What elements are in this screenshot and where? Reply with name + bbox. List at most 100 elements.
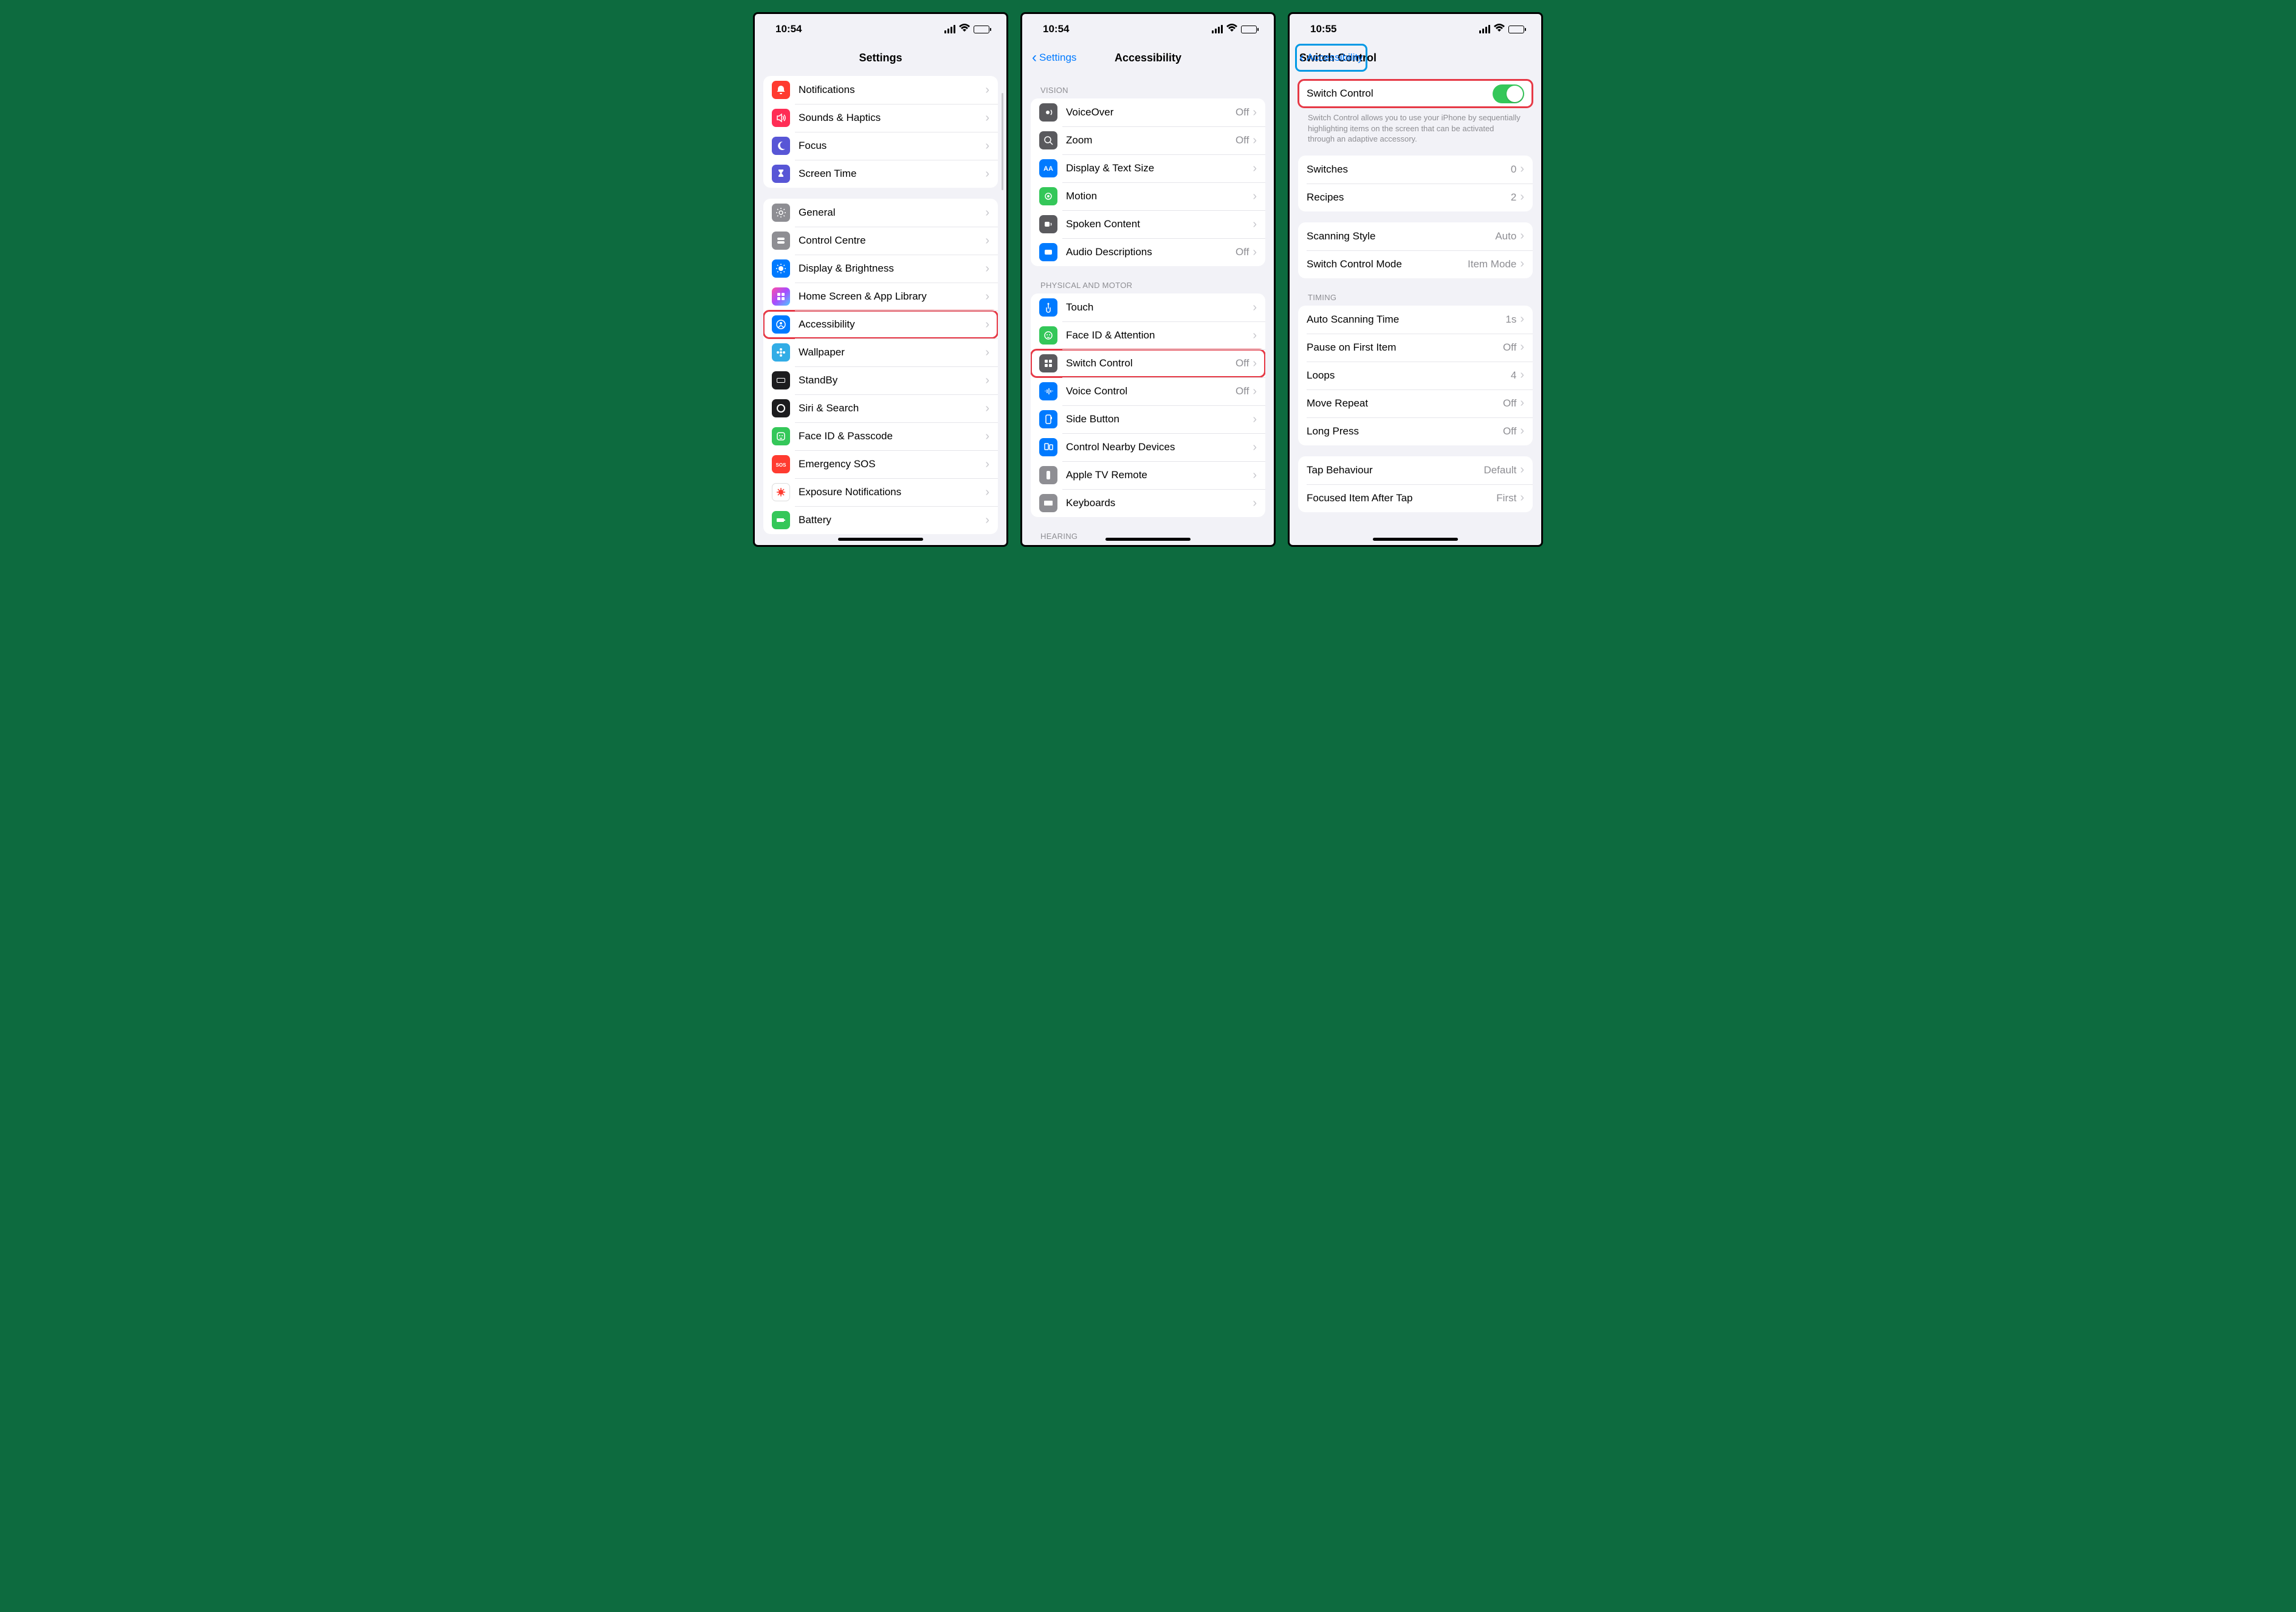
row-label: Switch Control [1066, 357, 1236, 369]
toggle-switch[interactable] [1493, 84, 1524, 103]
row-general[interactable]: General› [763, 199, 998, 227]
row-label: Screen Time [799, 168, 985, 180]
scroll-indicator[interactable] [1002, 93, 1003, 190]
wifi-icon [1226, 23, 1237, 35]
row-loops[interactable]: Loops4› [1298, 362, 1533, 389]
row-homescreen[interactable]: Home Screen & App Library› [763, 283, 998, 310]
person-icon [772, 315, 790, 334]
row-display[interactable]: Display & Brightness› [763, 255, 998, 283]
signal-icon [1212, 25, 1223, 33]
back-label: Accessibility [1307, 52, 1363, 64]
moon-icon [772, 137, 790, 155]
row-sounds[interactable]: Sounds & Haptics› [763, 104, 998, 132]
chevron-right-icon: › [1253, 441, 1257, 454]
status-time: 10:54 [1043, 23, 1069, 35]
row-tapbehav[interactable]: Tap BehaviourDefault› [1298, 456, 1533, 484]
row-pause[interactable]: Pause on First ItemOff› [1298, 334, 1533, 362]
row-focused[interactable]: Focused Item After TapFirst› [1298, 484, 1533, 512]
row-accessibility[interactable]: Accessibility› [763, 310, 998, 338]
status-icons [1212, 23, 1257, 35]
settings-group: Auto Scanning Time1s›Pause on First Item… [1298, 306, 1533, 445]
section-header: Timing [1308, 293, 1523, 302]
row-label: Motion [1066, 190, 1253, 202]
chevron-right-icon: › [1520, 424, 1524, 438]
speaker-icon [772, 109, 790, 127]
row-label: Touch [1066, 301, 1253, 314]
row-label: Display & Brightness [799, 262, 985, 275]
row-voicecontrol[interactable]: Voice ControlOff› [1031, 377, 1265, 405]
row-label: Sounds & Haptics [799, 112, 985, 124]
siri-icon [772, 399, 790, 417]
keyboard-icon [1039, 494, 1057, 512]
row-standby[interactable]: StandBy› [763, 366, 998, 394]
chevron-right-icon: › [985, 402, 989, 416]
switch-control-toggle-row[interactable]: Switch Control [1298, 80, 1533, 108]
row-battery[interactable]: Battery› [763, 506, 998, 534]
status-icons [944, 23, 989, 35]
row-label: Switch Control Mode [1307, 258, 1468, 270]
row-focus[interactable]: Focus› [763, 132, 998, 160]
nav-bar: ‹ Accessibility Switch Control [1290, 44, 1541, 71]
chevron-right-icon: › [985, 458, 989, 472]
motion-icon [1039, 187, 1057, 205]
status-icons [1479, 23, 1524, 35]
content-area[interactable]: Switch ControlSwitch Control allows you … [1290, 71, 1541, 545]
battery-icon [1241, 26, 1257, 33]
home-indicator[interactable] [1105, 538, 1191, 541]
chevron-right-icon: › [985, 290, 989, 304]
row-longpress[interactable]: Long PressOff› [1298, 417, 1533, 445]
row-label: Voice Control [1066, 385, 1236, 397]
home-indicator[interactable] [1373, 538, 1458, 541]
row-label: Apple TV Remote [1066, 469, 1253, 481]
row-appletv[interactable]: Apple TV Remote› [1031, 461, 1265, 489]
row-recipes[interactable]: Recipes2› [1298, 183, 1533, 211]
status-bar: 10:54 [1022, 14, 1274, 44]
row-switchcontrol[interactable]: Switch ControlOff› [1031, 349, 1265, 377]
row-label: Tap Behaviour [1307, 464, 1483, 476]
row-moverepeat[interactable]: Move RepeatOff› [1298, 389, 1533, 417]
content-area[interactable]: Notifications›Sounds & Haptics›Focus›Scr… [755, 71, 1006, 545]
chevron-right-icon: › [985, 262, 989, 276]
chevron-right-icon: › [985, 374, 989, 388]
row-audiodesc[interactable]: Audio DescriptionsOff› [1031, 238, 1265, 266]
row-motion[interactable]: Motion› [1031, 182, 1265, 210]
row-sidebutton[interactable]: Side Button› [1031, 405, 1265, 433]
row-keyboards[interactable]: Keyboards› [1031, 489, 1265, 517]
row-notifications[interactable]: Notifications› [763, 76, 998, 104]
row-autoscan[interactable]: Auto Scanning Time1s› [1298, 306, 1533, 334]
content-area[interactable]: Vision VoiceOverOff›ZoomOff›AADisplay & T… [1022, 71, 1274, 545]
row-value: 1s [1505, 314, 1516, 326]
row-touch[interactable]: Touch› [1031, 293, 1265, 321]
row-faceid[interactable]: Face ID & Passcode› [763, 422, 998, 450]
back-button[interactable]: ‹ Accessibility [1296, 44, 1367, 71]
row-exposure[interactable]: Exposure Notifications› [763, 478, 998, 506]
row-label: Zoom [1066, 134, 1236, 146]
chevron-right-icon: › [1253, 329, 1257, 343]
back-button[interactable]: ‹ Settings [1028, 44, 1080, 71]
row-sos[interactable]: SOSEmergency SOS› [763, 450, 998, 478]
virus-icon [772, 483, 790, 501]
row-faceatt[interactable]: Face ID & Attention› [1031, 321, 1265, 349]
section-header: Vision [1040, 86, 1256, 95]
chevron-right-icon: › [1253, 496, 1257, 510]
row-controlcentre[interactable]: Control Centre› [763, 227, 998, 255]
row-mode[interactable]: Switch Control ModeItem Mode› [1298, 250, 1533, 278]
chevron-right-icon: › [1253, 134, 1257, 148]
row-switches[interactable]: Switches0› [1298, 156, 1533, 183]
nav-bar: ‹ Settings Accessibility [1022, 44, 1274, 71]
row-scanstyle[interactable]: Scanning StyleAuto› [1298, 222, 1533, 250]
home-indicator[interactable] [838, 538, 923, 541]
row-spoken[interactable]: Spoken Content› [1031, 210, 1265, 238]
row-nearby[interactable]: Control Nearby Devices› [1031, 433, 1265, 461]
row-siri[interactable]: Siri & Search› [763, 394, 998, 422]
voice-icon [1039, 382, 1057, 400]
row-screentime[interactable]: Screen Time› [763, 160, 998, 188]
row-textsize[interactable]: AADisplay & Text Size› [1031, 154, 1265, 182]
row-zoom[interactable]: ZoomOff› [1031, 126, 1265, 154]
page-title: Settings [859, 52, 902, 64]
row-voiceover[interactable]: VoiceOverOff› [1031, 98, 1265, 126]
chevron-right-icon: › [1253, 190, 1257, 204]
side-icon [1039, 410, 1057, 428]
chevron-right-icon: › [1520, 463, 1524, 477]
row-wallpaper[interactable]: Wallpaper› [763, 338, 998, 366]
